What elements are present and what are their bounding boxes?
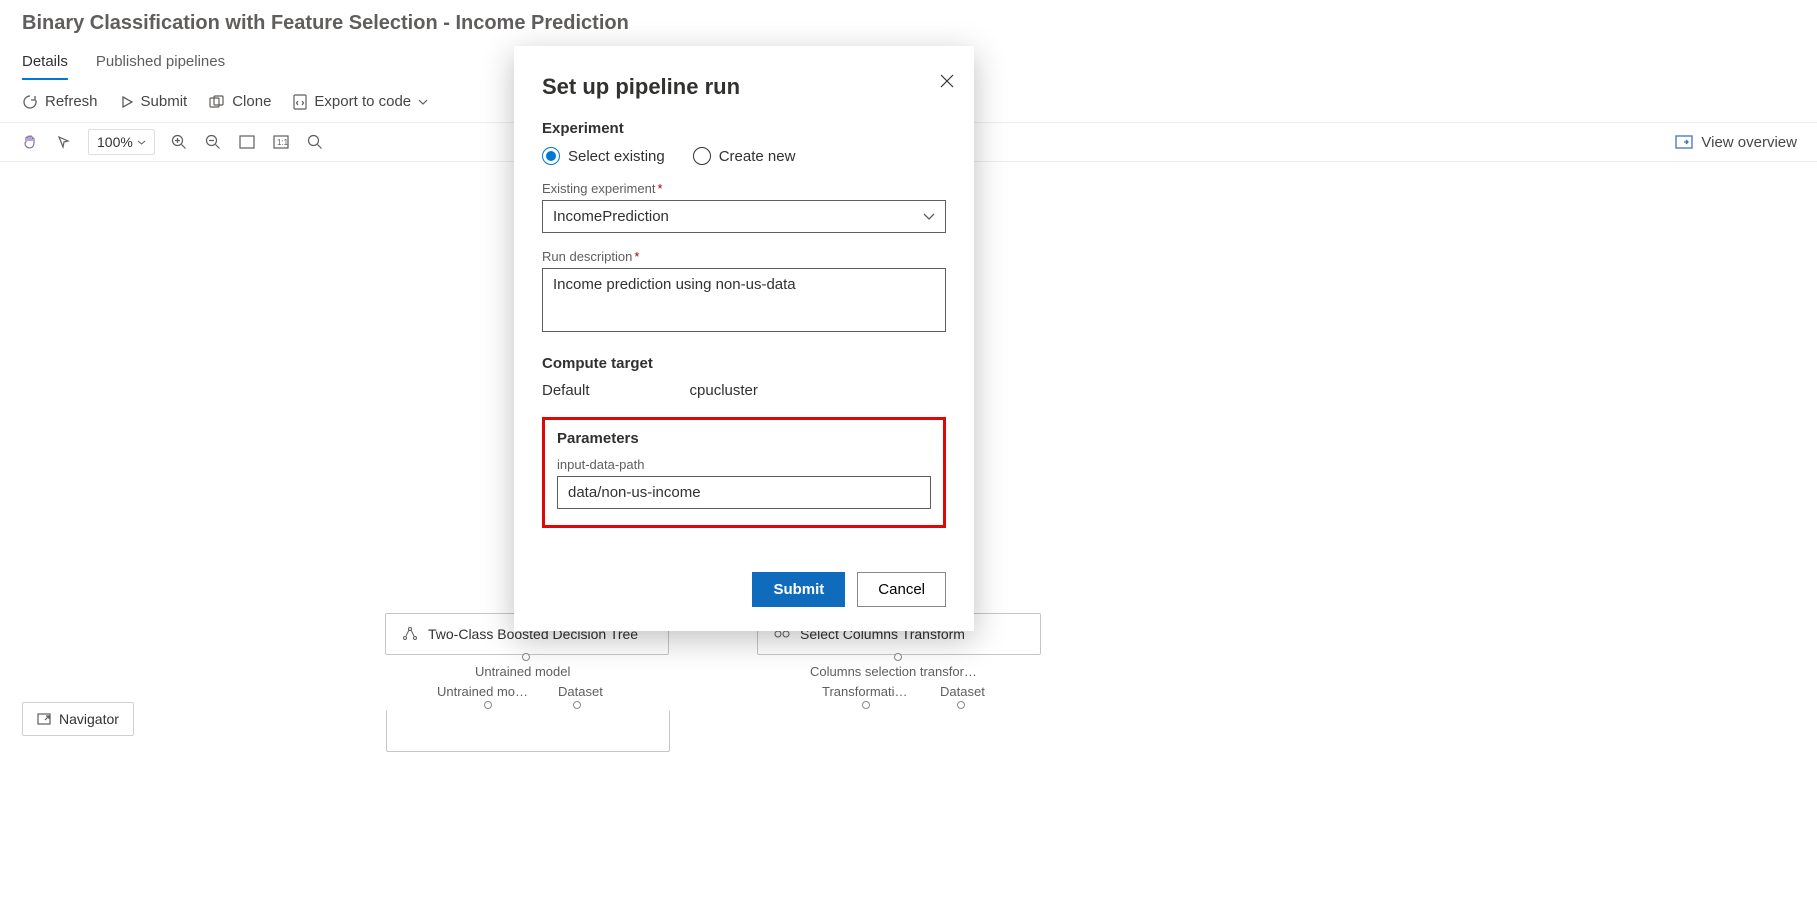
zoom-out-icon[interactable] <box>203 132 223 152</box>
run-description-label: Run description* <box>542 249 946 264</box>
compute-value: cpucluster <box>690 382 758 399</box>
radio-label: Create new <box>719 148 796 165</box>
view-overview-label: View overview <box>1701 134 1797 151</box>
search-icon[interactable] <box>305 132 325 152</box>
refresh-button[interactable]: Refresh <box>22 93 98 110</box>
existing-experiment-select[interactable]: IncomePrediction <box>542 200 946 233</box>
port-label: Transformati… <box>822 684 907 699</box>
export-label: Export to code <box>314 93 411 110</box>
navigator-icon <box>37 713 51 725</box>
node-placeholder[interactable] <box>386 710 670 752</box>
code-file-icon <box>293 94 307 110</box>
pointer-tool-icon[interactable] <box>54 132 74 152</box>
tab-details[interactable]: Details <box>22 43 68 80</box>
clone-button[interactable]: Clone <box>209 93 271 110</box>
clone-label: Clone <box>232 93 271 110</box>
port-label: Untrained mo… <box>437 684 528 699</box>
navigator-label: Navigator <box>59 711 119 727</box>
port-dot[interactable] <box>957 701 965 709</box>
navigator-button[interactable]: Navigator <box>22 702 134 736</box>
submit-label: Submit <box>141 93 188 110</box>
refresh-icon <box>22 94 38 110</box>
experiment-heading: Experiment <box>542 120 946 137</box>
port-dot[interactable] <box>484 701 492 709</box>
copy-icon <box>209 95 225 109</box>
parameters-section: Parameters input-data-path <box>542 417 946 528</box>
tree-icon <box>402 627 418 641</box>
modal-submit-button[interactable]: Submit <box>752 572 845 607</box>
run-description-input[interactable] <box>542 268 946 332</box>
setup-pipeline-modal: Set up pipeline run Experiment Select ex… <box>514 46 974 631</box>
zoom-level[interactable]: 100% <box>88 129 155 155</box>
refresh-label: Refresh <box>45 93 98 110</box>
input-data-path-label: input-data-path <box>557 457 931 472</box>
chevron-down-icon <box>418 99 428 105</box>
close-icon <box>940 74 954 88</box>
modal-title: Set up pipeline run <box>542 74 946 100</box>
compute-target-row: Default cpucluster <box>542 382 946 399</box>
port-dot[interactable] <box>522 653 530 661</box>
port-label: Columns selection transfor… <box>810 664 977 679</box>
radio-icon <box>542 147 560 165</box>
chevron-down-icon <box>923 213 935 220</box>
port-dot[interactable] <box>862 701 870 709</box>
port-dot[interactable] <box>573 701 581 709</box>
play-icon <box>120 95 134 109</box>
view-overview-button[interactable]: View overview <box>1675 134 1797 151</box>
overview-icon <box>1675 135 1693 149</box>
experiment-radio-group: Select existing Create new <box>542 147 946 165</box>
radio-icon <box>693 147 711 165</box>
actual-size-icon[interactable]: 1:1 <box>271 132 291 152</box>
parameters-heading: Parameters <box>557 430 931 447</box>
modal-buttons: Submit Cancel <box>542 572 946 607</box>
tab-published-pipelines[interactable]: Published pipelines <box>96 43 225 80</box>
fit-screen-icon[interactable] <box>237 132 257 152</box>
zoom-value: 100% <box>97 134 133 150</box>
port-label: Untrained model <box>475 664 570 679</box>
modal-cancel-button[interactable]: Cancel <box>857 572 946 607</box>
select-value: IncomePrediction <box>553 208 669 225</box>
port-label: Dataset <box>558 684 603 699</box>
chevron-down-icon <box>137 140 146 145</box>
compute-target-heading: Compute target <box>542 355 946 372</box>
input-data-path-field[interactable] <box>557 476 931 509</box>
zoom-in-icon[interactable] <box>169 132 189 152</box>
close-button[interactable] <box>940 74 954 88</box>
svg-text:1:1: 1:1 <box>277 138 289 147</box>
radio-create-new[interactable]: Create new <box>693 147 796 165</box>
port-label: Dataset <box>940 684 985 699</box>
page-title: Binary Classification with Feature Selec… <box>0 0 1817 43</box>
export-button[interactable]: Export to code <box>293 93 428 110</box>
port-dot[interactable] <box>894 653 902 661</box>
radio-select-existing[interactable]: Select existing <box>542 147 665 165</box>
radio-label: Select existing <box>568 148 665 165</box>
compute-default-label: Default <box>542 382 590 399</box>
existing-experiment-label: Existing experiment* <box>542 181 946 196</box>
pan-tool-icon[interactable] <box>20 132 40 152</box>
submit-button[interactable]: Submit <box>120 93 188 110</box>
